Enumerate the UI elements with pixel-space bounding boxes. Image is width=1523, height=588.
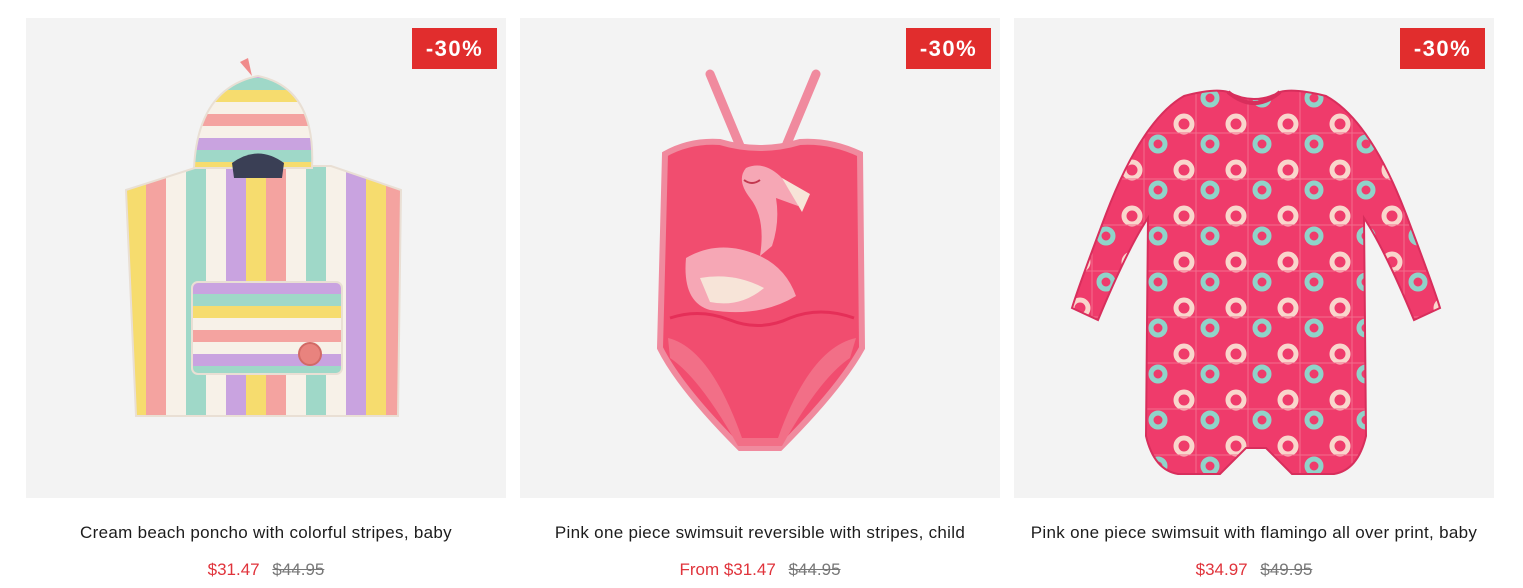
product-card: -30% Cream beach poncho with colorful st… (26, 18, 506, 580)
float-print-romper-image (1070, 89, 1442, 475)
product-title[interactable]: Pink one piece swimsuit reversible with … (520, 523, 1000, 543)
discount-badge: -30% (412, 28, 497, 69)
price-row: $34.97 $49.95 (1014, 560, 1494, 580)
product-image-link[interactable]: -30% (1014, 18, 1494, 498)
sale-price: $34.97 (1195, 560, 1248, 579)
product-card: -30% Pink one piece swimsuit reversible … (520, 18, 1000, 580)
regular-price: $44.95 (788, 560, 841, 579)
product-grid: -30% Cream beach poncho with colorful st… (0, 0, 1523, 588)
flamingo-swimsuit-image (656, 69, 866, 451)
discount-badge: -30% (906, 28, 991, 69)
striped-poncho-image (124, 58, 403, 417)
price-row: $31.47 $44.95 (26, 560, 506, 580)
sale-price: From $31.47 (679, 560, 776, 579)
sale-price: $31.47 (207, 560, 260, 579)
product-image-link[interactable]: -30% (520, 18, 1000, 498)
regular-price: $49.95 (1260, 560, 1313, 579)
price-row: From $31.47 $44.95 (520, 560, 1000, 580)
product-image-link[interactable]: -30% (26, 18, 506, 498)
product-title[interactable]: Pink one piece swimsuit with flamingo al… (1014, 523, 1494, 543)
regular-price: $44.95 (272, 560, 325, 579)
product-card: -30% Pink one piece swimsuit with flamin… (1014, 18, 1494, 580)
discount-badge: -30% (1400, 28, 1485, 69)
product-title[interactable]: Cream beach poncho with colorful stripes… (26, 523, 506, 543)
